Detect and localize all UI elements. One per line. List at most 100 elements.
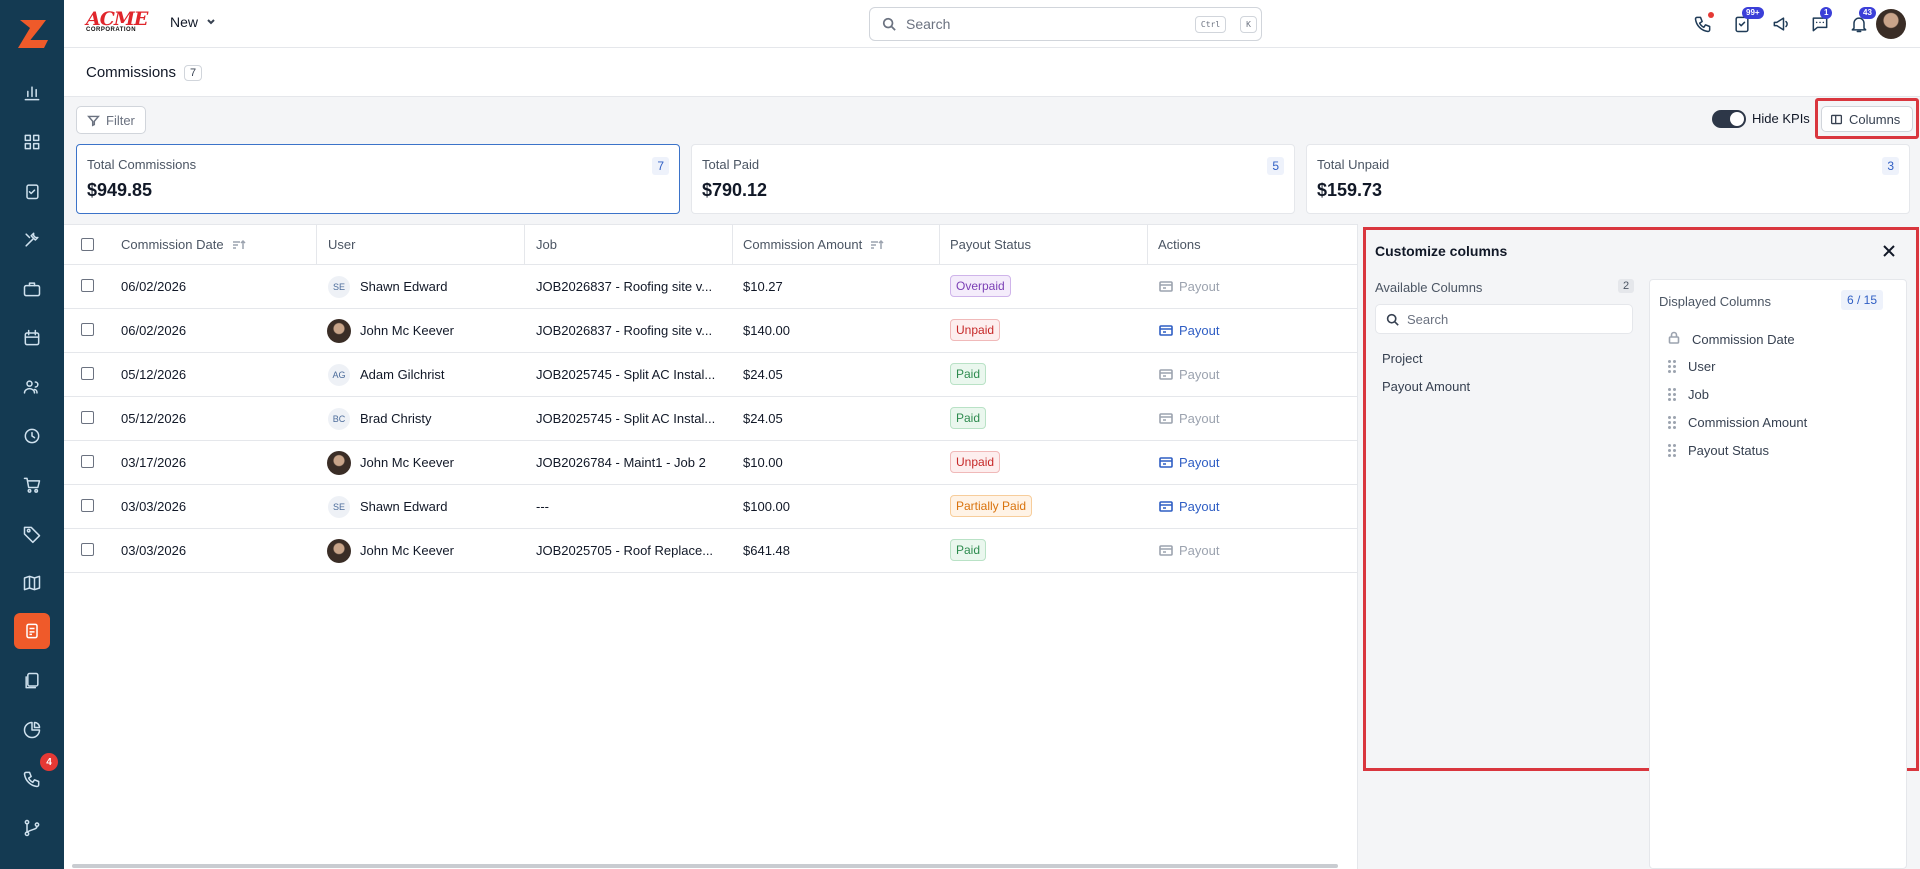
table-row[interactable]: 03/03/2026 SE Shawn Edward --- $100.00 P… xyxy=(64,485,1357,529)
user-photo-avatar xyxy=(327,451,351,475)
drag-handle-icon[interactable] xyxy=(1668,443,1676,458)
cart-icon[interactable] xyxy=(20,473,44,497)
users-icon[interactable] xyxy=(20,375,44,399)
available-columns-search[interactable]: Search xyxy=(1375,304,1633,334)
close-icon[interactable] xyxy=(1881,243,1897,259)
briefcase-icon[interactable] xyxy=(20,277,44,301)
table-row[interactable]: 05/12/2026 BC Brad Christy JOB2025745 - … xyxy=(64,397,1357,441)
global-search[interactable]: Search Ctrl K xyxy=(869,7,1262,41)
payout-label: Payout xyxy=(1179,411,1220,426)
apps-grid-icon[interactable] xyxy=(20,130,44,154)
table-row[interactable]: 03/17/2026 John Mc Keever JOB2026784 - M… xyxy=(64,441,1357,485)
drag-handle-icon[interactable] xyxy=(1668,359,1676,374)
phone-settings-icon[interactable] xyxy=(20,767,44,791)
clock-icon[interactable] xyxy=(20,424,44,448)
row-checkbox[interactable] xyxy=(81,499,94,512)
displayed-column-item[interactable]: Payout Status xyxy=(1668,443,1769,458)
tasks-badge: 99+ xyxy=(1742,7,1764,19)
header-job[interactable]: Job xyxy=(536,237,557,252)
kpi-count: 7 xyxy=(652,157,669,175)
drag-handle-icon[interactable] xyxy=(1668,387,1676,402)
dashboard-icon[interactable] xyxy=(20,81,44,105)
header-user[interactable]: User xyxy=(328,237,355,252)
kpi-count: 3 xyxy=(1882,157,1899,175)
header-actions: Actions xyxy=(1158,237,1201,252)
job-name[interactable]: JOB2026837 - Roofing site v... xyxy=(536,323,724,338)
row-checkbox[interactable] xyxy=(81,323,94,336)
displayed-column-item[interactable]: User xyxy=(1668,359,1715,374)
kpi-total-commissions[interactable]: Total Commissions $949.85 7 xyxy=(76,144,680,214)
job-name[interactable]: JOB2026837 - Roofing site v... xyxy=(536,279,724,294)
megaphone-icon[interactable] xyxy=(1769,12,1793,36)
table-header: Commission Date User Job Commission Amou… xyxy=(64,225,1357,265)
payout-button[interactable]: Payout xyxy=(1159,367,1219,382)
commission-amount: $10.27 xyxy=(743,279,783,294)
payout-button[interactable]: Payout xyxy=(1159,455,1219,470)
filter-button[interactable]: Filter xyxy=(76,106,146,134)
displayed-column-item[interactable]: Commission Amount xyxy=(1668,415,1807,430)
sort-icon[interactable] xyxy=(870,239,884,251)
commission-amount: $100.00 xyxy=(743,499,790,514)
map-icon[interactable] xyxy=(20,571,44,595)
row-checkbox[interactable] xyxy=(81,279,94,292)
chat-icon[interactable]: 1 xyxy=(1808,7,1833,36)
status-badge: Paid xyxy=(950,407,987,429)
header-commission-amount[interactable]: Commission Amount xyxy=(743,237,884,252)
available-column-item[interactable]: Payout Amount xyxy=(1382,379,1470,394)
commissions-nav-icon[interactable] xyxy=(14,613,50,649)
tasks-icon[interactable]: 99+ xyxy=(1730,7,1764,36)
kpi-value: $790.12 xyxy=(702,180,768,200)
documents-icon[interactable] xyxy=(20,669,44,693)
row-checkbox[interactable] xyxy=(81,367,94,380)
job-name[interactable]: JOB2025745 - Split AC Instal... xyxy=(536,411,724,426)
new-button[interactable]: New xyxy=(170,14,216,30)
header-payout-status[interactable]: Payout Status xyxy=(950,237,1031,252)
reports-pie-icon[interactable] xyxy=(20,718,44,742)
job-name[interactable]: JOB2025705 - Roof Replace... xyxy=(536,543,724,558)
workflow-icon[interactable] xyxy=(20,816,44,840)
payout-icon xyxy=(1159,501,1173,512)
row-checkbox[interactable] xyxy=(81,455,94,468)
columns-button[interactable]: Columns xyxy=(1821,106,1913,132)
sort-icon[interactable] xyxy=(232,239,246,251)
bell-icon[interactable]: 43 xyxy=(1847,7,1876,36)
payout-button[interactable]: Payout xyxy=(1159,323,1219,338)
user-avatar[interactable] xyxy=(1876,9,1906,39)
status-badge: Paid xyxy=(950,363,987,385)
row-checkbox[interactable] xyxy=(81,543,94,556)
tools-icon[interactable] xyxy=(20,228,44,252)
displayed-column-item[interactable]: Job xyxy=(1668,387,1709,402)
table-row[interactable]: 06/02/2026 John Mc Keever JOB2026837 - R… xyxy=(64,309,1357,353)
available-column-item[interactable]: Project xyxy=(1382,351,1422,366)
company-logo[interactable]: ACME CORPORATION xyxy=(86,9,150,37)
commission-date: 05/12/2026 xyxy=(121,367,187,382)
header-commission-date[interactable]: Commission Date xyxy=(121,237,246,252)
row-checkbox[interactable] xyxy=(81,411,94,424)
page-count-badge: 7 xyxy=(184,64,203,81)
select-all-checkbox[interactable] xyxy=(81,238,94,251)
hide-kpis-toggle[interactable] xyxy=(1712,110,1746,128)
kpi-total-unpaid[interactable]: Total Unpaid $159.73 3 xyxy=(1306,144,1910,214)
job-name[interactable]: JOB2026784 - Maint1 - Job 2 xyxy=(536,455,724,470)
commission-date: 05/12/2026 xyxy=(121,411,187,426)
job-name[interactable]: JOB2025745 - Split AC Instal... xyxy=(536,367,724,382)
payout-button[interactable]: Payout xyxy=(1159,279,1219,294)
table-row[interactable]: 06/02/2026 SE Shawn Edward JOB2026837 - … xyxy=(64,265,1357,309)
job-name[interactable]: --- xyxy=(536,499,724,514)
clipboard-check-icon[interactable] xyxy=(20,179,44,203)
drag-handle-icon[interactable] xyxy=(1668,415,1676,430)
payout-button[interactable]: Payout xyxy=(1159,543,1219,558)
table-row[interactable]: 05/12/2026 AG Adam Gilchrist JOB2025745 … xyxy=(64,353,1357,397)
table-row[interactable]: 03/03/2026 John Mc Keever JOB2025705 - R… xyxy=(64,529,1357,573)
calendar-icon[interactable] xyxy=(20,326,44,350)
payout-button[interactable]: Payout xyxy=(1159,499,1219,514)
header-label: Commission Amount xyxy=(743,237,863,252)
status-badge: Partially Paid xyxy=(950,495,1033,517)
tag-icon[interactable] xyxy=(20,522,44,546)
page-header: Commissions 7 xyxy=(64,49,1920,97)
horizontal-scrollbar[interactable] xyxy=(72,864,1338,868)
payout-button[interactable]: Payout xyxy=(1159,411,1219,426)
kpi-total-paid[interactable]: Total Paid $790.12 5 xyxy=(691,144,1295,214)
app-logo-icon[interactable] xyxy=(14,16,50,52)
phone-icon[interactable] xyxy=(1691,12,1715,36)
